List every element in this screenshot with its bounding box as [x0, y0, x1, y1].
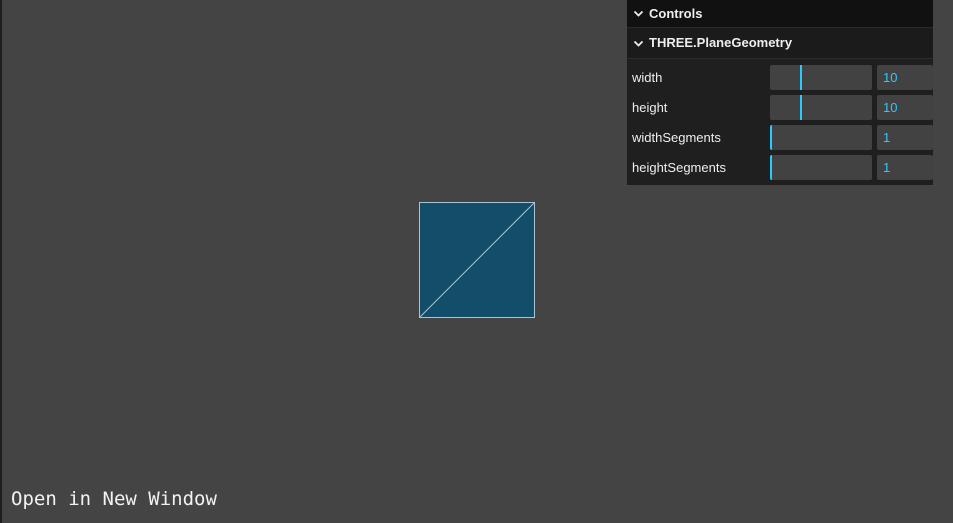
controls-header[interactable]: Controls [627, 0, 933, 28]
control-row-width: width [627, 62, 933, 92]
open-in-new-window-link[interactable]: Open in New Window [11, 488, 217, 510]
plane-geometry-folder-header[interactable]: THREE.PlaneGeometry [627, 28, 933, 59]
width-segments-slider[interactable] [770, 124, 872, 150]
width-input[interactable] [877, 64, 933, 90]
chevron-down-icon [633, 10, 644, 17]
width-segments-label: widthSegments [632, 129, 721, 145]
width-slider[interactable] [770, 64, 872, 90]
control-row-height: height [627, 92, 933, 122]
controls-title: Controls [649, 5, 703, 21]
width-slider-handle[interactable] [800, 64, 802, 90]
height-slider[interactable] [770, 94, 872, 120]
chevron-down-icon [633, 40, 644, 47]
width-label: width [632, 69, 663, 85]
plane-mesh [419, 202, 535, 318]
height-input[interactable] [877, 94, 933, 120]
plane-geometry-folder: THREE.PlaneGeometry width height widthSe… [627, 28, 933, 185]
height-slider-handle[interactable] [800, 94, 802, 120]
height-segments-input[interactable] [877, 154, 933, 180]
width-segments-input[interactable] [877, 124, 933, 150]
height-label: height [632, 99, 668, 115]
height-segments-label: heightSegments [632, 159, 726, 175]
controls-panel: Controls THREE.PlaneGeometry width heigh… [627, 0, 933, 185]
folder-title: THREE.PlaneGeometry [649, 35, 793, 50]
controls-list: width height widthSegments [627, 59, 933, 185]
control-row-width-segments: widthSegments [627, 122, 933, 152]
width-segments-slider-handle[interactable] [770, 124, 772, 150]
height-segments-slider-handle[interactable] [770, 154, 772, 180]
height-segments-slider[interactable] [770, 154, 872, 180]
control-row-height-segments: heightSegments [627, 152, 933, 182]
